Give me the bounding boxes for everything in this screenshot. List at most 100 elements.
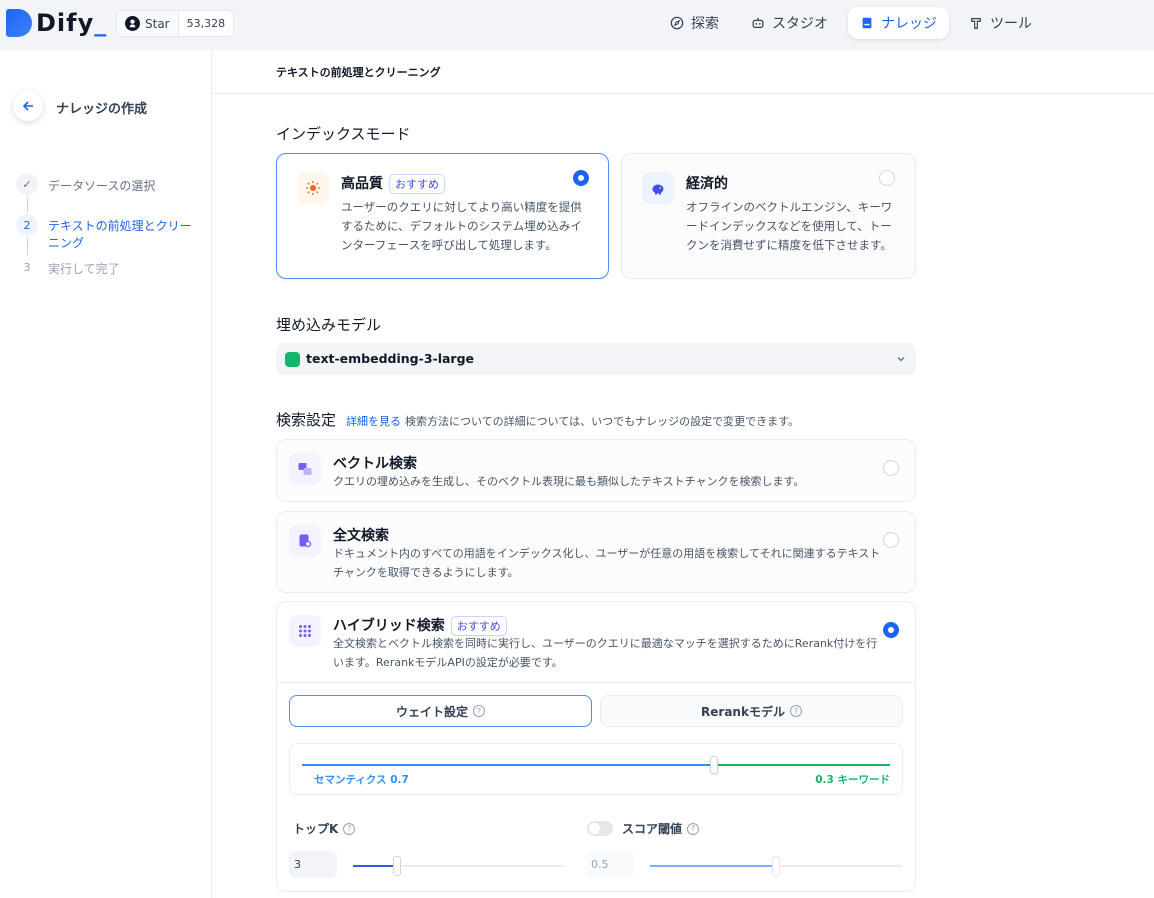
step-number: 3	[23, 260, 31, 274]
arrow-left-icon	[22, 101, 33, 111]
semantic-label: セマンティクス	[314, 774, 387, 786]
tab-weight-settings[interactable]: ウェイト設定?	[289, 695, 592, 727]
score-threshold-header: スコア閾値?	[587, 820, 700, 837]
hammer-icon	[971, 18, 981, 29]
sun-icon	[297, 172, 329, 204]
index-mode-title: インデックスモード	[276, 125, 411, 143]
chevron-down-icon	[897, 357, 905, 362]
breadcrumb: テキストの前処理とクリーニング	[276, 66, 441, 79]
compass-icon	[670, 16, 684, 30]
top-k-label: トップK	[293, 822, 339, 836]
search-settings-header: 検索設定 詳細を見る 検索方法についての詳細については、いつでもナレッジの設定で…	[276, 409, 799, 430]
keyword-weight-track	[713, 764, 890, 766]
tab-label: ウェイト設定	[395, 704, 468, 719]
main-content: テキストの前処理とクリーニング インデックスモード 高品質 おすすめ ユーザーのク…	[212, 50, 1154, 898]
tab-label: Rerankモデル	[701, 704, 785, 719]
help-icon[interactable]: ?	[343, 822, 356, 835]
option-title-text: ハイブリッド検索	[333, 618, 445, 634]
embedding-model-select[interactable]: text-embedding-3-large	[276, 343, 916, 375]
hybrid-header: ハイブリッド検索 おすすめ 全文検索とベクトル検索を同時に実行し、ユーザーのクエリ…	[277, 602, 915, 683]
learn-more-link[interactable]: 詳細を見る	[346, 413, 401, 429]
score-threshold-label: スコア閾値	[622, 822, 683, 836]
option-description: 全文検索とベクトル検索を同時に実行し、ユーザーのクエリに最適なマッチを選択するた…	[333, 637, 878, 669]
github-icon	[125, 16, 140, 31]
nav-knowledge[interactable]: ナレッジ	[848, 7, 949, 39]
radio-economical[interactable]	[879, 170, 895, 186]
semantic-value: 0.7	[390, 774, 409, 786]
step-label: 実行して完了	[48, 262, 120, 276]
step-number: 2	[16, 214, 38, 236]
document-search-icon	[289, 525, 321, 557]
weight-slider-panel: セマンティクス 0.7 0.3 キーワード	[289, 743, 903, 795]
option-description: ドキュメント内のすべての用語をインデックス化し、ユーザーが任意の用語を検索してそ…	[333, 547, 881, 579]
option-title-text: 高品質	[341, 176, 383, 192]
top-navigation-bar: Dify_ Star 53,328 探索 スタジオ ナレッジ ツール	[0, 0, 1154, 50]
option-title: ベクトル検索	[333, 456, 417, 472]
dify-logo-mark	[6, 9, 32, 37]
github-star-label: Star	[145, 16, 170, 31]
top-k-slider-thumb[interactable]	[393, 856, 402, 876]
weight-slider-thumb[interactable]	[709, 756, 718, 774]
help-icon[interactable]: ?	[687, 822, 700, 835]
help-icon[interactable]: ?	[789, 705, 802, 717]
search-settings-hint: 検索方法についての詳細については、いつでもナレッジの設定で変更できます。	[405, 415, 800, 428]
main-nav: 探索 スタジオ ナレッジ ツール	[658, 7, 1044, 39]
top-k-slider-fill	[353, 865, 398, 867]
nav-studio-label: スタジオ	[772, 16, 828, 32]
step-execute[interactable]: 3 実行して完了	[16, 256, 120, 278]
help-icon[interactable]: ?	[473, 705, 485, 717]
github-star-button[interactable]: Star 53,328	[116, 10, 235, 37]
nav-explore[interactable]: 探索	[658, 7, 731, 39]
step-label: テキストの前処理とクリーニング	[48, 219, 192, 250]
top-k-input[interactable]: 3	[289, 851, 337, 878]
search-option-vector[interactable]: ベクトル検索 クエリの埋め込みを生成し、そのベクトル表現に最も類似したテキストチ…	[276, 439, 916, 502]
search-option-hybrid[interactable]: ハイブリッド検索 おすすめ 全文検索とベクトル検索を同時に実行し、ユーザーのクエリ…	[276, 601, 916, 892]
keyword-weight-label: 0.3 キーワード	[815, 772, 890, 787]
embedding-model-title: 埋め込みモデル	[276, 316, 382, 334]
nav-knowledge-label: ナレッジ	[881, 16, 937, 32]
sidebar-title: ナレッジの作成	[56, 102, 148, 117]
index-mode-high-quality[interactable]: 高品質 おすすめ ユーザーのクエリに対してより高い精度を提供するために、デフォルト…	[276, 153, 609, 279]
score-threshold-input[interactable]: 0.5	[586, 851, 634, 878]
robot-icon	[752, 17, 764, 28]
semantic-weight-track	[302, 764, 714, 766]
search-option-fulltext[interactable]: 全文検索 ドキュメント内のすべての用語をインデックス化し、ユーザーが任意の用語を…	[276, 511, 916, 593]
option-title: ハイブリッド検索 おすすめ	[333, 615, 507, 636]
step-label: データソースの選択	[48, 179, 156, 193]
radio-fulltext-search[interactable]	[883, 532, 899, 548]
back-button[interactable]	[13, 91, 43, 121]
radio-high-quality[interactable]	[573, 170, 589, 186]
grid-dots-icon	[289, 615, 321, 647]
score-threshold-slider-thumb[interactable]	[772, 856, 780, 876]
option-description: クエリの埋め込みを生成し、そのベクトル表現に最も類似したテキストチャンクを検索し…	[333, 475, 805, 488]
embedding-model-value: text-embedding-3-large	[306, 351, 475, 366]
dify-logo[interactable]: Dify_	[6, 9, 107, 37]
translate-icon	[289, 453, 321, 485]
option-description: ユーザーのクエリに対してより高い精度を提供するために、デフォルトのシステム埋め込…	[341, 200, 582, 252]
radio-vector-search[interactable]	[883, 460, 899, 476]
score-threshold-slider-fill	[650, 865, 776, 867]
piggy-bank-icon	[642, 172, 674, 204]
score-threshold-toggle[interactable]	[587, 821, 613, 836]
step-preprocess[interactable]: 2 テキストの前処理とクリーニング	[16, 214, 201, 252]
top-k-header: トップK?	[293, 820, 356, 837]
tab-rerank-model[interactable]: Rerankモデル?	[600, 695, 903, 727]
github-star-count: 53,328	[186, 17, 226, 30]
nav-studio[interactable]: スタジオ	[739, 7, 840, 39]
dify-logo-text: Dify_	[36, 9, 108, 37]
radio-hybrid-search[interactable]	[883, 622, 899, 638]
semantic-weight-label: セマンティクス 0.7	[314, 772, 409, 787]
keyword-value: 0.3	[815, 774, 834, 786]
check-icon: ✓	[16, 173, 38, 195]
step-connector	[27, 197, 28, 213]
search-settings-title: 検索設定	[276, 411, 337, 429]
option-title: 高品質 おすすめ	[341, 173, 445, 194]
nav-tools[interactable]: ツール	[957, 7, 1044, 39]
option-title: 全文検索	[333, 528, 389, 544]
index-mode-economical[interactable]: 経済的 オフラインのベクトルエンジン、キーワードインデックスなどを使用して、トー…	[621, 153, 916, 279]
book-icon	[862, 17, 872, 29]
openai-icon	[285, 352, 300, 367]
option-title: 経済的	[686, 176, 728, 192]
creation-sidebar: ナレッジの作成 ✓ データソースの選択 2 テキストの前処理とクリーニング 3 …	[0, 50, 212, 898]
step-select-datasource[interactable]: ✓ データソースの選択	[16, 173, 155, 195]
